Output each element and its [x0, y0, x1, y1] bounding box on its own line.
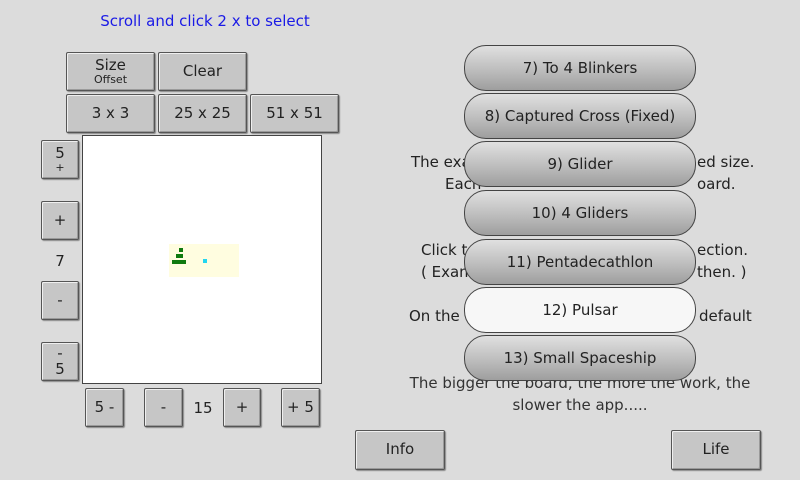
- preset-51x51-button[interactable]: 51 x 51: [250, 94, 339, 133]
- preset-3x3-button[interactable]: 3 x 3: [66, 94, 155, 133]
- pattern-option-7[interactable]: 7) To 4 Blinkers: [464, 45, 696, 91]
- clear-button[interactable]: Clear: [158, 52, 247, 91]
- info-button[interactable]: Info: [355, 430, 445, 470]
- desc-line-4-right: then. ): [697, 263, 747, 281]
- vertical-plus5-bottom: +: [55, 160, 65, 174]
- pattern-option-11[interactable]: 11) Pentadecathlon: [464, 239, 696, 285]
- vertical-plus5-top: 5: [55, 143, 65, 162]
- life-button[interactable]: Life: [671, 430, 761, 470]
- horizontal-minus-button[interactable]: -: [144, 388, 183, 427]
- vertical-offset-value: 7: [55, 252, 65, 270]
- desc-line-1-right: ed size.: [697, 153, 755, 171]
- vertical-minus-button[interactable]: -: [41, 281, 79, 320]
- horizontal-minus5-button[interactable]: 5 -: [85, 388, 124, 427]
- size-offset-button[interactable]: Size Offset: [66, 52, 155, 91]
- horizontal-plus5-button[interactable]: + 5: [281, 388, 320, 427]
- life-board[interactable]: [82, 135, 322, 384]
- instruction-text: Scroll and click 2 x to select: [100, 12, 310, 30]
- size-label: Size: [95, 55, 126, 74]
- selection-marker: [203, 259, 207, 263]
- desc-line-5-left: On the: [409, 307, 460, 325]
- horizontal-plus-button[interactable]: +: [223, 388, 261, 427]
- desc-line-7: slower the app.....: [512, 396, 648, 414]
- desc-line-2-right: oard.: [697, 175, 736, 193]
- pattern-option-8[interactable]: 8) Captured Cross (Fixed): [464, 93, 696, 139]
- horizontal-offset-value: 15: [193, 399, 213, 417]
- vertical-minus5-button[interactable]: - 5: [41, 342, 79, 381]
- preset-25x25-button[interactable]: 25 x 25: [158, 94, 247, 133]
- live-cell: [176, 254, 183, 258]
- pattern-option-9[interactable]: 9) Glider: [464, 141, 696, 187]
- desc-line-5-right: default: [699, 307, 752, 325]
- pattern-option-10[interactable]: 10) 4 Gliders: [464, 190, 696, 236]
- vertical-plus5-button[interactable]: 5 +: [41, 140, 79, 179]
- desc-line-3-right: ection.: [697, 241, 748, 259]
- pattern-area: [169, 244, 239, 277]
- pattern-option-13[interactable]: 13) Small Spaceship: [464, 335, 696, 381]
- live-cell: [179, 248, 183, 252]
- desc-line-3-left: Click t: [421, 241, 468, 259]
- desc-line-1-left: The exa: [411, 153, 471, 171]
- vertical-plus-button[interactable]: +: [41, 201, 79, 240]
- vertical-minus5-bottom: 5: [55, 359, 65, 378]
- pattern-option-12[interactable]: 12) Pulsar: [464, 287, 696, 333]
- live-cell: [172, 260, 186, 264]
- offset-label: Offset: [93, 72, 128, 86]
